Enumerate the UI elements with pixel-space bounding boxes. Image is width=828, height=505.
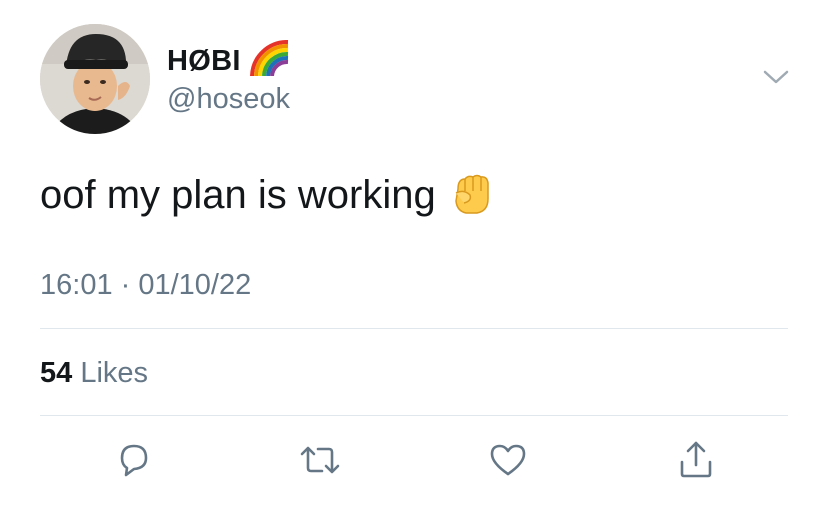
avatar[interactable] xyxy=(40,24,150,134)
retweet-icon xyxy=(300,446,340,474)
like-button[interactable] xyxy=(486,438,530,482)
chevron-down-icon xyxy=(763,70,789,84)
likes-count: 54 xyxy=(40,357,73,389)
share-icon xyxy=(680,441,712,478)
rainbow-icon xyxy=(249,39,291,81)
heart-icon xyxy=(490,444,526,476)
display-name[interactable]: HØBI xyxy=(167,44,241,78)
tweet-timestamp[interactable]: 16:01 · 01/10/22 xyxy=(40,268,251,302)
likes-stat[interactable]: 54 Likes xyxy=(40,356,148,390)
divider xyxy=(40,415,788,416)
share-button[interactable] xyxy=(674,438,718,482)
raised-fist-icon xyxy=(450,171,494,222)
tweet-text: oof my plan is working xyxy=(40,173,436,217)
user-handle[interactable]: @hoseok xyxy=(167,82,290,116)
reply-icon xyxy=(120,444,148,477)
likes-label: Likes xyxy=(80,357,149,389)
tweet-menu-button[interactable] xyxy=(756,62,796,92)
retweet-button[interactable] xyxy=(298,438,342,482)
divider xyxy=(40,328,788,329)
reply-button[interactable] xyxy=(112,438,156,482)
